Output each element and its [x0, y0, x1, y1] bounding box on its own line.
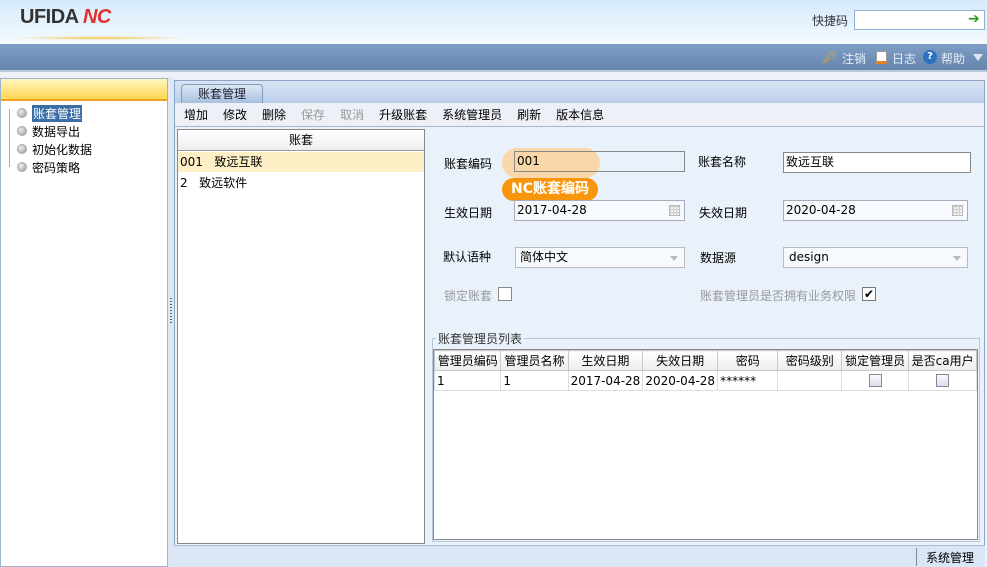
- name-input[interactable]: 致远互联: [783, 152, 971, 173]
- arrow-right-icon[interactable]: ➔: [968, 11, 980, 27]
- lock-account-checkbox[interactable]: [498, 287, 512, 301]
- tree-lines: [9, 109, 17, 167]
- splitter-handle[interactable]: [170, 298, 172, 324]
- logo-swoosh: [10, 36, 190, 40]
- table-header-row: 管理员编码 管理员名称 生效日期 失效日期 密码 密码级别 锁定管理员 是否ca…: [433, 350, 977, 371]
- chevron-down-icon: [953, 256, 961, 261]
- column-header[interactable]: 是否ca用户: [908, 350, 977, 371]
- list-header: 账套: [178, 130, 424, 151]
- sidebar-item-password-policy[interactable]: 密码策略: [17, 158, 80, 176]
- add-button[interactable]: 增加: [184, 106, 208, 123]
- language-select[interactable]: 简体中文: [515, 247, 685, 268]
- tab-account-management[interactable]: 账套管理: [181, 84, 263, 103]
- node-icon: [17, 144, 27, 154]
- status-text: 系统管理: [926, 551, 975, 565]
- system-admin-button[interactable]: 系统管理员: [442, 106, 502, 123]
- ca-user-checkbox[interactable]: [936, 374, 950, 387]
- sidebar-header: [1, 79, 167, 101]
- status-separator: [916, 548, 917, 566]
- delete-button[interactable]: 删除: [262, 106, 286, 123]
- admin-permission-checkbox[interactable]: ✔: [862, 287, 876, 301]
- language-label: 默认语种: [443, 250, 492, 264]
- node-icon: [17, 126, 27, 136]
- column-header[interactable]: 管理员名称: [500, 350, 569, 371]
- start-date-input[interactable]: 2017-04-28: [514, 200, 685, 221]
- save-button[interactable]: 保存: [301, 106, 325, 123]
- node-icon: [17, 108, 27, 118]
- key-icon: 🔑︎: [822, 50, 838, 64]
- log-icon: [876, 51, 887, 64]
- column-header[interactable]: 锁定管理员: [841, 350, 910, 371]
- column-header[interactable]: 管理员编码: [433, 350, 502, 371]
- sidebar-item-label: 初始化数据: [32, 142, 93, 157]
- version-info-button[interactable]: 版本信息: [556, 106, 604, 123]
- sidebar-item-label: 数据导出: [32, 124, 81, 139]
- column-header[interactable]: 失效日期: [642, 350, 719, 371]
- chevron-down-icon: [670, 256, 678, 261]
- toolbar: 增加 修改 删除 保存 取消 升级账套 系统管理员 刷新 版本信息: [175, 103, 984, 127]
- status-bar: 系统管理: [174, 545, 985, 567]
- sidebar-item-data-export[interactable]: 数据导出: [17, 122, 80, 140]
- header: UFIDA NC 快捷码 ➔: [0, 0, 987, 44]
- cell-ca-user: [908, 370, 977, 391]
- cell-admin-name: 1: [500, 370, 569, 391]
- table-row[interactable]: 1 1 2017-04-28 2020-04-28 ******: [433, 370, 977, 391]
- account-list: 账套 001 致远互联 2 致远软件: [177, 129, 425, 544]
- cell-admin-code: 1: [433, 370, 502, 391]
- cell-end-date: 2020-04-28: [642, 370, 719, 391]
- cell-password: ******: [717, 370, 779, 391]
- column-header[interactable]: 密码: [717, 350, 779, 371]
- calendar-icon[interactable]: [952, 205, 963, 216]
- sidebar-item-label: 账套管理: [32, 104, 83, 122]
- logout-link[interactable]: 注销: [842, 50, 866, 67]
- calendar-icon[interactable]: [669, 205, 680, 216]
- column-header[interactable]: 密码级别: [777, 350, 843, 371]
- code-input[interactable]: 001: [514, 151, 685, 172]
- help-icon: ?: [923, 50, 937, 64]
- quick-code-label: 快捷码: [812, 14, 849, 28]
- upgrade-account-button[interactable]: 升级账套: [379, 106, 427, 123]
- name-label: 账套名称: [698, 155, 747, 169]
- datasource-select[interactable]: design: [783, 247, 968, 268]
- admin-list-title: 账套管理员列表: [436, 330, 525, 347]
- cell-lock-admin: [841, 370, 910, 391]
- help-link[interactable]: 帮助: [941, 50, 965, 67]
- callout-label: NC账套编码: [502, 178, 598, 201]
- list-item[interactable]: 2 致远软件: [178, 173, 424, 193]
- refresh-button[interactable]: 刷新: [517, 106, 541, 123]
- sidebar-item-account-management[interactable]: 账套管理: [17, 104, 83, 122]
- admin-permission-label: 账套管理员是否拥有业务权限: [700, 289, 857, 303]
- tab-strip: 账套管理: [175, 81, 984, 103]
- ufida-logo: UFIDA NC: [20, 6, 111, 28]
- column-header[interactable]: 生效日期: [567, 350, 644, 371]
- quick-code-input[interactable]: [854, 10, 985, 30]
- top-nav-bar: [0, 44, 987, 72]
- lock-admin-checkbox[interactable]: [868, 374, 882, 387]
- cancel-button[interactable]: 取消: [340, 106, 364, 123]
- admin-table: 管理员编码 管理员名称 生效日期 失效日期 密码 密码级别 锁定管理员 是否ca…: [433, 349, 978, 540]
- end-date-input[interactable]: 2020-04-28: [783, 200, 968, 221]
- cell-start-date: 2017-04-28: [567, 370, 644, 391]
- start-date-label: 生效日期: [444, 206, 493, 220]
- sidebar: 账套管理 数据导出 初始化数据 密码策略: [0, 78, 168, 567]
- cell-password-level: [777, 370, 843, 391]
- datasource-label: 数据源: [700, 251, 737, 265]
- list-item[interactable]: 001 致远互联: [178, 152, 424, 172]
- log-link[interactable]: 日志: [892, 50, 916, 67]
- sidebar-item-label: 密码策略: [32, 160, 81, 175]
- edit-button[interactable]: 修改: [223, 106, 247, 123]
- chevron-down-icon[interactable]: [973, 54, 983, 61]
- sidebar-item-init-data[interactable]: 初始化数据: [17, 140, 92, 158]
- end-date-label: 失效日期: [699, 206, 748, 220]
- code-label: 账套编码: [444, 157, 493, 171]
- lock-account-label: 锁定账套: [444, 289, 493, 303]
- node-icon: [17, 162, 27, 172]
